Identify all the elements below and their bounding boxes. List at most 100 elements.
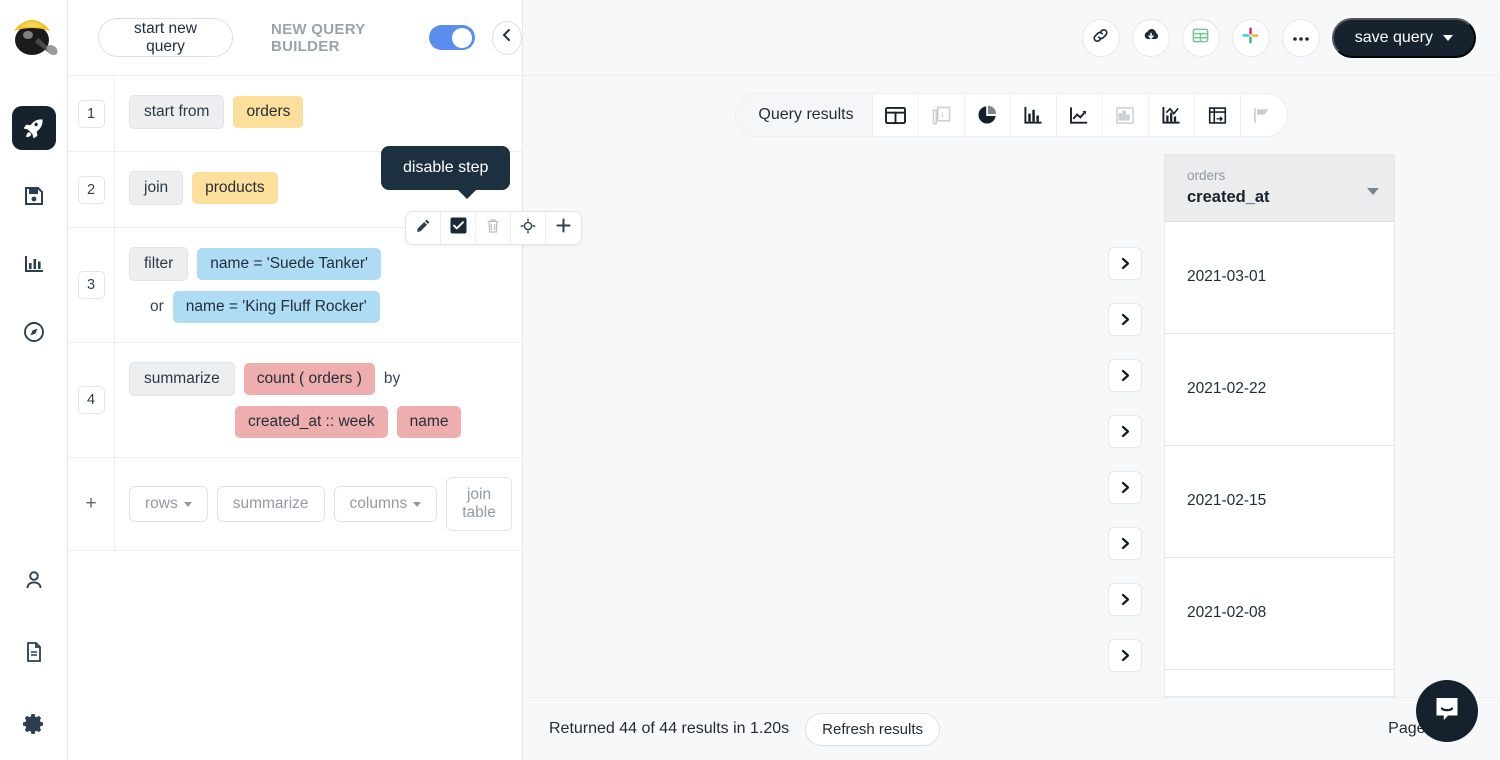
- step-keyword[interactable]: start from: [129, 95, 225, 129]
- delete-step-button[interactable]: [476, 212, 511, 244]
- step-keyword[interactable]: filter: [129, 247, 189, 281]
- export-to-sheets-button[interactable]: [1181, 18, 1220, 57]
- more-options-button[interactable]: [1281, 18, 1320, 57]
- add-step-button[interactable]: [546, 212, 581, 244]
- add-rows-button[interactable]: rows: [129, 486, 208, 522]
- step-number-cell: 2: [68, 152, 115, 227]
- viz-big-number-icon[interactable]: 1: [919, 94, 965, 136]
- sidebar-item-reports[interactable]: [12, 242, 56, 286]
- expand-row-button[interactable]: [1108, 583, 1142, 616]
- download-button[interactable]: [1131, 18, 1170, 57]
- focus-step-button[interactable]: [511, 212, 546, 244]
- share-link-button[interactable]: [1081, 18, 1120, 57]
- viz-bar-chart-icon[interactable]: [1011, 94, 1057, 136]
- column-header-created-at[interactable]: orders created_at: [1165, 155, 1394, 222]
- table-row[interactable]: 2021-02-08 King Fluff Rocker 1: [1165, 557, 1394, 670]
- viz-pivot-table-icon[interactable]: [1195, 94, 1241, 136]
- query-step-3[interactable]: 3 filter name = 'Suede Tanker' or name =…: [68, 228, 522, 343]
- step-number: 2: [77, 175, 105, 204]
- step-token-products[interactable]: products: [192, 172, 278, 204]
- viz-combo-chart-icon[interactable]: [1149, 94, 1195, 136]
- groupby-token-name[interactable]: name: [396, 406, 462, 438]
- viz-table-icon[interactable]: [873, 94, 919, 136]
- expand-row-button[interactable]: [1108, 471, 1142, 504]
- step-number: 1: [77, 99, 105, 128]
- results-table-body: 2021-03-01 Suede Tanker 5 King Fluff Roc…: [1165, 221, 1394, 696]
- step-body: start from orders: [115, 76, 522, 151]
- filter-condition-1[interactable]: name = 'Suede Tanker': [197, 248, 382, 280]
- results-panel: save query Query results 1 orders create…: [523, 0, 1500, 760]
- cloud-download-icon: [1141, 25, 1161, 50]
- sidebar-item-saved[interactable]: [12, 174, 56, 218]
- step-keyword[interactable]: join: [129, 171, 184, 205]
- table-header-row: orders created_at products name: [1165, 155, 1394, 222]
- new-query-builder-toggle[interactable]: [428, 25, 475, 50]
- new-query-builder-label: NEW QUERY BUILDER: [270, 20, 366, 55]
- edit-step-button[interactable]: [406, 212, 441, 244]
- expand-row-button[interactable]: [1108, 415, 1142, 448]
- results-table-container: orders created_at products name: [1164, 154, 1395, 697]
- step-body: summarize count ( orders ) by created_at…: [115, 343, 522, 457]
- crosshair-icon: [520, 218, 536, 239]
- table-row-partial[interactable]: [1165, 669, 1394, 696]
- share-to-slack-button[interactable]: [1231, 18, 1270, 57]
- step-token-orders[interactable]: orders: [233, 96, 304, 128]
- sidebar-item-explorations[interactable]: [11, 106, 56, 150]
- add-summarize-label: summarize: [232, 495, 309, 512]
- filter-condition-2[interactable]: name = 'King Fluff Rocker': [172, 291, 380, 323]
- visualization-toolbar: Query results 1: [523, 76, 1500, 154]
- viz-pie-chart-icon[interactable]: [965, 94, 1011, 136]
- cell-created-at: 2021-02-15: [1165, 445, 1394, 558]
- add-join-table-button[interactable]: join table: [446, 477, 512, 531]
- collapse-panel-button[interactable]: [491, 20, 522, 55]
- expand-row-button[interactable]: [1108, 247, 1142, 280]
- step-keyword[interactable]: summarize: [129, 362, 235, 396]
- save-disk-icon: [22, 184, 46, 208]
- slack-icon: [1241, 26, 1260, 50]
- refresh-results-button[interactable]: Refresh results: [805, 712, 941, 746]
- user-icon: [22, 568, 46, 592]
- column-source: orders: [1187, 168, 1226, 183]
- groupby-token-created-at[interactable]: created_at :: week: [235, 406, 388, 438]
- viz-line-chart-icon[interactable]: [1057, 94, 1103, 136]
- save-query-button[interactable]: save query: [1331, 17, 1476, 58]
- expand-row-button[interactable]: [1108, 359, 1142, 392]
- expand-row-button[interactable]: [1108, 639, 1142, 672]
- google-sheets-icon: [1191, 26, 1210, 50]
- tab-query-results[interactable]: Query results: [736, 94, 873, 136]
- column-name: created_at: [1187, 188, 1270, 207]
- bar-chart-icon: [22, 252, 46, 276]
- intercom-chat-button[interactable]: [1416, 680, 1478, 742]
- sidebar-item-settings[interactable]: [12, 702, 56, 746]
- viz-histogram-icon[interactable]: [1103, 94, 1149, 136]
- query-step-4[interactable]: 4 summarize count ( orders ) by created_…: [68, 343, 522, 458]
- chevron-down-icon: [1443, 34, 1453, 41]
- table-row[interactable]: 2021-02-22 Suede Tanker 2: [1165, 333, 1394, 446]
- add-summarize-button[interactable]: summarize: [216, 486, 325, 522]
- expand-row-button[interactable]: [1108, 527, 1142, 560]
- builder-header: start new query NEW QUERY BUILDER: [68, 0, 522, 76]
- more-options-icon: [1292, 29, 1310, 47]
- add-columns-button[interactable]: columns: [333, 486, 438, 522]
- results-top-toolbar: save query: [523, 0, 1500, 76]
- query-step-1[interactable]: 1 start from orders: [68, 76, 522, 152]
- sidebar-item-discover[interactable]: [12, 310, 56, 354]
- chevron-down-icon[interactable]: [1366, 188, 1379, 195]
- sidebar-item-docs[interactable]: [12, 630, 56, 674]
- table-row[interactable]: 2021-02-15 Suede Tanker 5: [1165, 445, 1394, 558]
- expand-row-button[interactable]: [1108, 303, 1142, 336]
- viz-funnel-icon[interactable]: [1241, 94, 1287, 136]
- add-join-table-label: join table: [462, 486, 496, 521]
- toggle-step-enabled-checkbox[interactable]: [441, 212, 476, 244]
- results-count-text: Returned 44 of 44 results in 1.20s: [549, 720, 790, 737]
- aggregate-token[interactable]: count ( orders ): [243, 363, 375, 395]
- summarize-by-label: by: [383, 370, 401, 387]
- query-builder-panel: start new query NEW QUERY BUILDER 1 star…: [68, 0, 582, 760]
- start-new-query-button[interactable]: start new query: [98, 18, 233, 57]
- mode-mole-logo[interactable]: [0, 0, 68, 68]
- add-step-number-cell[interactable]: +: [68, 458, 115, 550]
- sidebar-item-account[interactable]: [12, 558, 56, 602]
- step-number-cell: 3: [68, 228, 115, 342]
- table-row[interactable]: 2021-03-01 Suede Tanker 5: [1165, 221, 1394, 334]
- step-number-cell: 4: [68, 343, 115, 457]
